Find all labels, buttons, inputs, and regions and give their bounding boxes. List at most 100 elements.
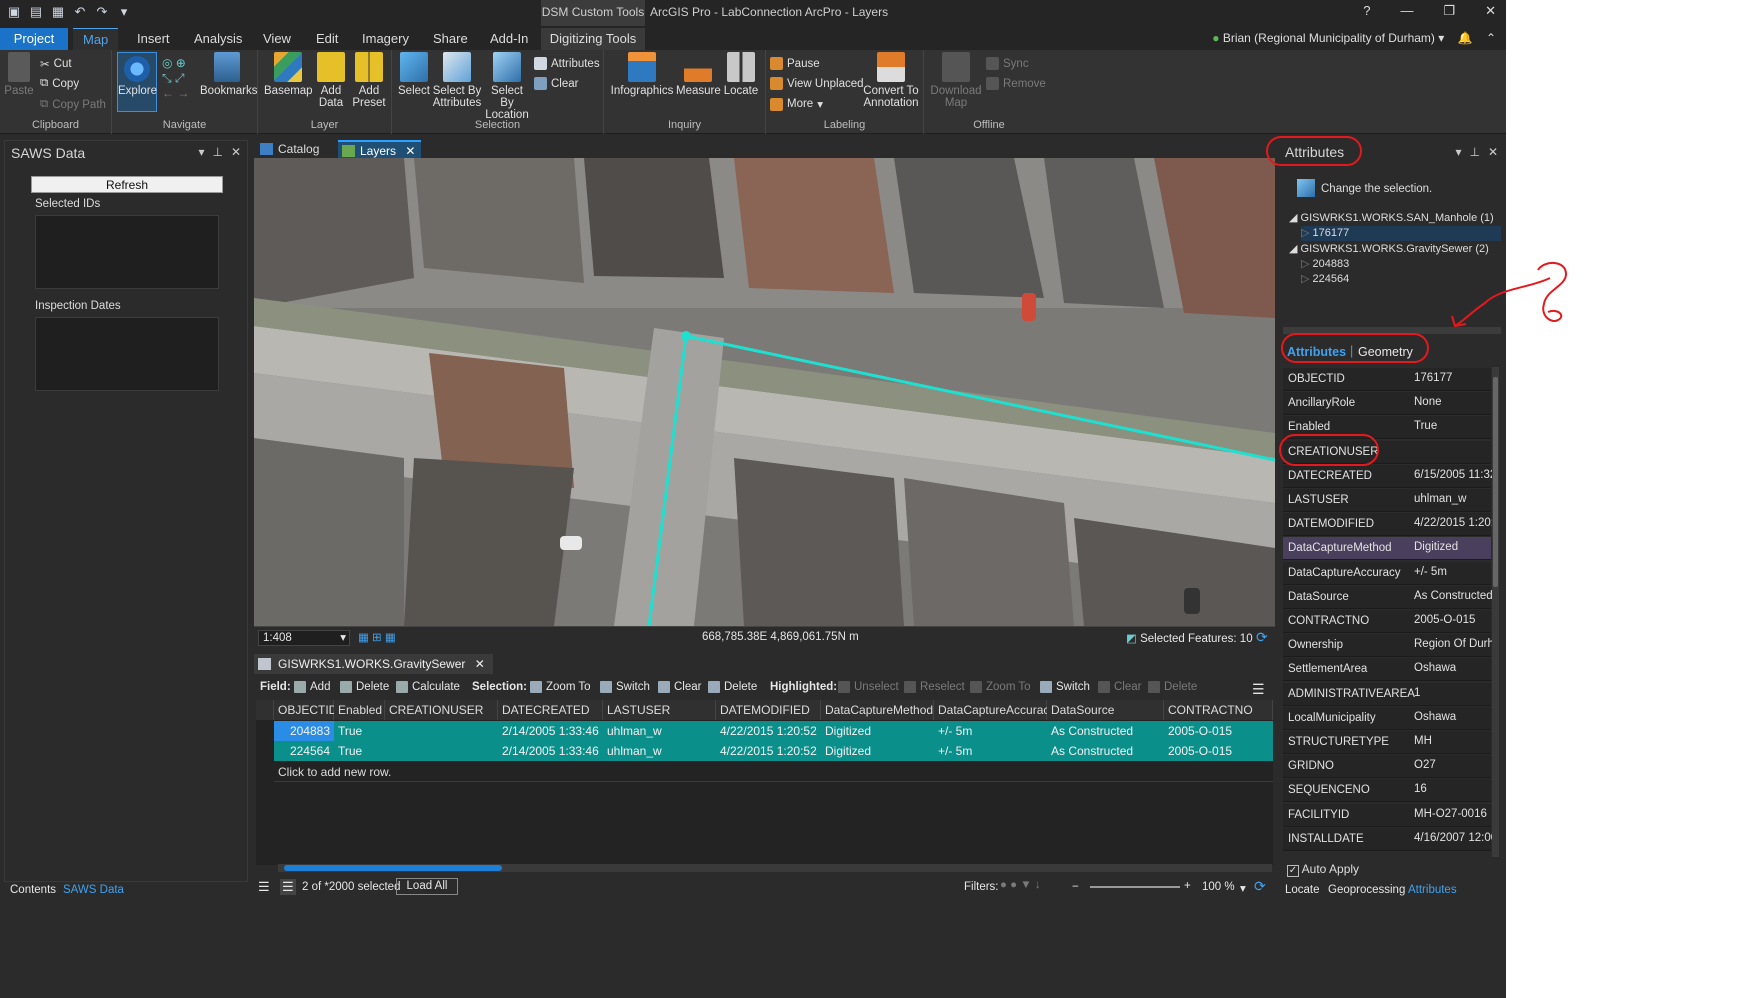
auto-apply-checkbox[interactable]: ✓ Auto Apply: [1287, 862, 1359, 877]
zoom-in-icon[interactable]: +: [1184, 880, 1191, 892]
tab-share[interactable]: Share: [423, 28, 478, 50]
highlighted-delete-button[interactable]: Delete: [1148, 681, 1197, 693]
cell-datecreated[interactable]: 2/14/2005 1:33:46 PM: [498, 721, 603, 741]
more-button[interactable]: More ▾: [770, 97, 823, 111]
col-header-enabled[interactable]: Enabled: [334, 700, 385, 720]
cell-datacaptureaccuracy[interactable]: +/- 5m: [934, 741, 1047, 761]
explore-button[interactable]: Explore: [117, 52, 157, 112]
select-by-attributes-button[interactable]: Select By Attributes: [432, 52, 482, 109]
attribute-value[interactable]: O27: [1414, 759, 1494, 771]
attribute-row[interactable]: INSTALLDATE 4/16/2007 12:00: [1283, 827, 1494, 851]
tab-layers[interactable]: Layers ✕: [338, 140, 422, 159]
attribute-value[interactable]: 1: [1414, 687, 1494, 699]
table-tab[interactable]: GISWRKS1.WORKS.GravitySewer ✕: [254, 654, 493, 674]
field-add-button[interactable]: Add: [294, 681, 330, 693]
close-icon[interactable]: ✕: [1485, 3, 1496, 19]
tab-contents[interactable]: Contents: [10, 884, 56, 896]
cell-creationuser[interactable]: [385, 721, 498, 741]
attribute-value[interactable]: MH: [1414, 735, 1494, 747]
tree-item[interactable]: ▷ 204883: [1301, 257, 1349, 270]
selected-features-indicator[interactable]: ◩ Selected Features: 10: [1126, 631, 1253, 645]
col-header-objectid[interactable]: OBJECTID: [274, 700, 337, 720]
tab-map[interactable]: Map: [73, 28, 119, 50]
pin-icon[interactable]: ⊥: [212, 145, 222, 159]
tab-digitizing-tools[interactable]: Digitizing Tools: [541, 28, 645, 50]
minimize-icon[interactable]: —: [1400, 3, 1413, 19]
col-header-datemodified[interactable]: DATEMODIFIED: [716, 700, 821, 720]
select-all-corner[interactable]: [256, 700, 274, 720]
show-all-icon[interactable]: ☰: [258, 879, 270, 895]
col-header-datacapturemethod[interactable]: DataCaptureMethod: [821, 700, 934, 720]
scale-dropdown[interactable]: 1:408 ▾: [258, 630, 350, 646]
attribute-value[interactable]: True: [1414, 420, 1494, 432]
close-icon[interactable]: ✕: [475, 657, 485, 671]
attribute-row[interactable]: SEQUENCENO 16: [1283, 779, 1494, 803]
remove-button[interactable]: Remove: [986, 77, 1046, 90]
attribute-row[interactable]: Ownership Region Of Durh: [1283, 634, 1494, 658]
tab-locate[interactable]: Locate: [1285, 884, 1320, 896]
attribute-row[interactable]: LASTUSER uhlman_w: [1283, 489, 1491, 512]
show-selected-icon[interactable]: ☰: [280, 879, 296, 895]
attribute-row[interactable]: STRUCTURETYPE MH: [1283, 731, 1491, 754]
cell-datacapturemethod[interactable]: Digitized: [821, 721, 934, 741]
tree-item[interactable]: ▷ 224564: [1301, 272, 1349, 285]
highlighted-zoom-to-button[interactable]: Zoom To: [970, 681, 1031, 693]
measure-button[interactable]: Measure: [676, 52, 721, 97]
attribute-value[interactable]: Oshawa: [1414, 662, 1494, 674]
add-data-button[interactable]: Add Data: [314, 52, 348, 109]
select-by-location-button[interactable]: Select By Location: [484, 52, 530, 121]
attribute-row[interactable]: AncillaryRole None: [1283, 392, 1491, 416]
horizontal-scrollbar[interactable]: [278, 864, 1272, 872]
redo-icon[interactable]: ↷: [94, 4, 110, 20]
pane-menu-icon[interactable]: ▾: [1455, 145, 1461, 159]
open-icon[interactable]: ▤: [28, 4, 44, 20]
tree-layer-manhole[interactable]: ◢ GISWRKS1.WORKS.SAN_Manhole (1): [1289, 211, 1494, 224]
tree-item[interactable]: ▷ 176177: [1301, 226, 1501, 241]
select-button[interactable]: Select: [396, 52, 432, 97]
cell-objectid[interactable]: 224564: [274, 741, 334, 761]
undo-icon[interactable]: ↶: [72, 4, 88, 20]
chevron-down-icon[interactable]: ▾: [1240, 881, 1246, 895]
attribute-value[interactable]: 16: [1414, 783, 1494, 795]
cell-objectid[interactable]: 204883: [274, 721, 334, 741]
map-view[interactable]: [254, 158, 1275, 626]
refresh-button[interactable]: Refresh: [31, 176, 223, 193]
attribute-row[interactable]: DATEMODIFIED 4/22/2015 1:20:5: [1283, 513, 1494, 537]
tab-analysis[interactable]: Analysis: [184, 28, 252, 50]
manhole-point[interactable]: [681, 331, 691, 341]
tab-insert[interactable]: Insert: [127, 28, 180, 50]
clear-selection-button[interactable]: Clear: [534, 77, 578, 90]
col-header-creationuser[interactable]: CREATIONUSER: [385, 700, 498, 720]
pin-icon[interactable]: ⊥: [1469, 145, 1479, 159]
bookmarks-button[interactable]: Bookmarks: [200, 52, 258, 97]
col-header-datasource[interactable]: DataSource: [1047, 700, 1164, 720]
zoom-to-button[interactable]: Zoom To: [530, 681, 591, 693]
attribute-row[interactable]: CONTRACTNO 2005-O-015: [1283, 610, 1491, 633]
attribute-value[interactable]: Oshawa: [1414, 711, 1494, 723]
highlighted-switch-button[interactable]: Switch: [1040, 681, 1090, 693]
tab-attributes-bottom[interactable]: Attributes: [1408, 884, 1457, 896]
cell-creationuser[interactable]: [385, 741, 498, 761]
select-tool-icon[interactable]: [1297, 179, 1315, 197]
attribute-value[interactable]: +/- 5m: [1414, 566, 1494, 578]
load-all-button[interactable]: Load All: [396, 878, 458, 895]
attribute-row[interactable]: GRIDNO O27: [1283, 755, 1494, 779]
attribute-value[interactable]: 2005-O-015: [1414, 614, 1494, 626]
grid-toggle-icons[interactable]: ▦ ⊞ ▦: [358, 630, 396, 644]
zoom-out-icon[interactable]: −: [1072, 881, 1079, 893]
inspection-dates-list[interactable]: [35, 317, 219, 391]
vertical-scrollbar[interactable]: [1492, 367, 1499, 857]
tab-project[interactable]: Project: [0, 28, 68, 50]
attribute-value[interactable]: uhlman_w: [1414, 493, 1494, 505]
attribute-value[interactable]: 6/15/2005 11:32: [1414, 469, 1494, 481]
navigate-tools[interactable]: ◎ ⊕ ⤡ ⤢ ← →: [162, 56, 196, 100]
attribute-value[interactable]: Region Of Durh: [1414, 638, 1494, 650]
cell-datemodified[interactable]: 4/22/2015 1:20:52 PM: [716, 721, 821, 741]
attribute-row[interactable]: LocalMunicipality Oshawa: [1283, 706, 1494, 730]
collapse-ribbon-icon[interactable]: ⌃: [1486, 31, 1496, 45]
customize-icon[interactable]: ▾: [116, 4, 132, 20]
notification-icon[interactable]: 🔔: [1458, 31, 1473, 45]
scrollbar-thumb[interactable]: [284, 865, 502, 871]
add-row-prompt[interactable]: Click to add new row.: [274, 762, 1273, 782]
col-header-lastuser[interactable]: LASTUSER: [603, 700, 716, 720]
